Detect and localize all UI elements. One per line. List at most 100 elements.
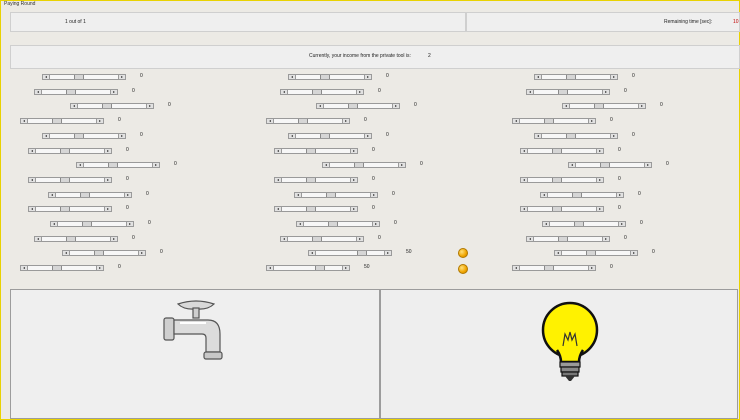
slider-right-arrow-icon[interactable]: ▸ [110, 90, 117, 94]
contribution-slider[interactable]: ◂▸ [34, 89, 118, 95]
slider-left-arrow-icon[interactable]: ◂ [535, 75, 542, 79]
slider-thumb[interactable] [74, 134, 84, 138]
slider-left-arrow-icon[interactable]: ◂ [43, 134, 50, 138]
slider-left-arrow-icon[interactable]: ◂ [275, 178, 282, 182]
slider-thumb[interactable] [94, 251, 104, 255]
slider-left-arrow-icon[interactable]: ◂ [563, 104, 570, 108]
slider-right-arrow-icon[interactable]: ▸ [104, 178, 111, 182]
slider-right-arrow-icon[interactable]: ▸ [350, 207, 357, 211]
slider-right-arrow-icon[interactable]: ▸ [124, 193, 131, 197]
slider-right-arrow-icon[interactable]: ▸ [610, 75, 617, 79]
contribution-slider[interactable]: ◂▸ [542, 221, 626, 227]
slider-right-arrow-icon[interactable]: ▸ [350, 178, 357, 182]
slider-right-arrow-icon[interactable]: ▸ [596, 178, 603, 182]
slider-thumb[interactable] [354, 163, 364, 167]
slider-left-arrow-icon[interactable]: ◂ [275, 149, 282, 153]
slider-right-arrow-icon[interactable]: ▸ [610, 134, 617, 138]
slider-right-arrow-icon[interactable]: ▸ [602, 237, 609, 241]
contribution-slider[interactable]: ◂▸ [274, 148, 358, 154]
slider-left-arrow-icon[interactable]: ◂ [535, 134, 542, 138]
slider-thumb[interactable] [600, 163, 610, 167]
slider-right-arrow-icon[interactable]: ▸ [110, 237, 117, 241]
slider-thumb[interactable] [566, 75, 576, 79]
slider-thumb[interactable] [558, 237, 568, 241]
slider-thumb[interactable] [82, 222, 92, 226]
contribution-slider[interactable]: ◂▸ [28, 148, 112, 154]
slider-thumb[interactable] [60, 207, 70, 211]
slider-left-arrow-icon[interactable]: ◂ [513, 266, 520, 270]
slider-left-arrow-icon[interactable]: ◂ [543, 222, 550, 226]
slider-right-arrow-icon[interactable]: ▸ [96, 119, 103, 123]
slider-left-arrow-icon[interactable]: ◂ [29, 149, 36, 153]
slider-thumb[interactable] [552, 178, 562, 182]
slider-right-arrow-icon[interactable]: ▸ [356, 90, 363, 94]
contribution-slider[interactable]: ◂▸ [562, 103, 646, 109]
contribution-slider[interactable]: ◂▸ [274, 177, 358, 183]
slider-thumb[interactable] [314, 266, 325, 270]
slider-thumb[interactable] [74, 75, 84, 79]
contribution-slider[interactable]: ◂▸ [280, 89, 364, 95]
slider-thumb[interactable] [348, 104, 358, 108]
slider-thumb[interactable] [320, 75, 330, 79]
slider-right-arrow-icon[interactable]: ▸ [118, 134, 125, 138]
contribution-slider[interactable]: ◂▸ [28, 177, 112, 183]
slider-left-arrow-icon[interactable]: ◂ [289, 75, 296, 79]
slider-thumb[interactable] [52, 266, 62, 270]
slider-left-arrow-icon[interactable]: ◂ [77, 163, 84, 167]
contribution-slider[interactable]: ◂▸ [568, 162, 652, 168]
slider-left-arrow-icon[interactable]: ◂ [43, 75, 50, 79]
slider-left-arrow-icon[interactable]: ◂ [521, 207, 528, 211]
contribution-slider[interactable]: ◂▸ [280, 236, 364, 242]
slider-right-arrow-icon[interactable]: ▸ [630, 251, 637, 255]
contribution-slider[interactable]: ◂▸ [266, 118, 350, 124]
slider-thumb[interactable] [80, 193, 90, 197]
slider-thumb[interactable] [594, 104, 604, 108]
contribution-slider[interactable]: ◂▸ [274, 206, 358, 212]
slider-thumb[interactable] [552, 207, 562, 211]
slider-left-arrow-icon[interactable]: ◂ [21, 266, 28, 270]
contribution-slider[interactable]: ◂▸ [526, 89, 610, 95]
contribution-slider[interactable]: ◂▸ [76, 162, 160, 168]
contribution-slider[interactable]: ◂▸ [288, 133, 372, 139]
contribution-slider[interactable]: ◂▸ [288, 74, 372, 80]
slider-thumb[interactable] [574, 222, 584, 226]
slider-right-arrow-icon[interactable]: ▸ [596, 207, 603, 211]
contribution-slider[interactable]: ◂▸ [48, 192, 132, 198]
slider-left-arrow-icon[interactable]: ◂ [297, 222, 304, 226]
slider-left-arrow-icon[interactable]: ◂ [317, 104, 324, 108]
slider-right-arrow-icon[interactable]: ▸ [618, 222, 625, 226]
slider-right-arrow-icon[interactable]: ▸ [616, 193, 623, 197]
contribution-slider[interactable]: ◂▸ [20, 118, 104, 124]
contribution-slider[interactable]: ◂▸ [266, 265, 350, 271]
contribution-slider[interactable]: ◂▸ [42, 133, 126, 139]
contribution-slider[interactable]: ◂▸ [62, 250, 146, 256]
slider-left-arrow-icon[interactable]: ◂ [49, 193, 56, 197]
slider-left-arrow-icon[interactable]: ◂ [295, 193, 302, 197]
slider-left-arrow-icon[interactable]: ◂ [275, 207, 282, 211]
slider-left-arrow-icon[interactable]: ◂ [527, 90, 534, 94]
contribution-slider[interactable]: ◂▸ [512, 118, 596, 124]
slider-right-arrow-icon[interactable]: ▸ [602, 90, 609, 94]
slider-right-arrow-icon[interactable]: ▸ [364, 75, 371, 79]
slider-thumb[interactable] [586, 251, 596, 255]
slider-thumb[interactable] [108, 163, 118, 167]
slider-left-arrow-icon[interactable]: ◂ [527, 237, 534, 241]
slider-left-arrow-icon[interactable]: ◂ [323, 163, 330, 167]
contribution-slider[interactable]: ◂▸ [294, 192, 378, 198]
slider-left-arrow-icon[interactable]: ◂ [513, 119, 520, 123]
slider-thumb[interactable] [60, 178, 70, 182]
contribution-slider[interactable]: ◂▸ [316, 103, 400, 109]
slider-thumb[interactable] [566, 134, 576, 138]
slider-thumb[interactable] [102, 104, 112, 108]
slider-right-arrow-icon[interactable]: ▸ [638, 104, 645, 108]
contribution-slider[interactable]: ◂▸ [296, 221, 380, 227]
slider-thumb[interactable] [312, 90, 322, 94]
slider-thumb[interactable] [306, 149, 316, 153]
slider-thumb[interactable] [558, 90, 568, 94]
slider-right-arrow-icon[interactable]: ▸ [96, 266, 103, 270]
contribution-slider[interactable]: ◂▸ [520, 206, 604, 212]
contribution-slider[interactable]: ◂▸ [322, 162, 406, 168]
slider-right-arrow-icon[interactable]: ▸ [126, 222, 133, 226]
slider-left-arrow-icon[interactable]: ◂ [51, 222, 58, 226]
slider-right-arrow-icon[interactable]: ▸ [384, 251, 391, 255]
